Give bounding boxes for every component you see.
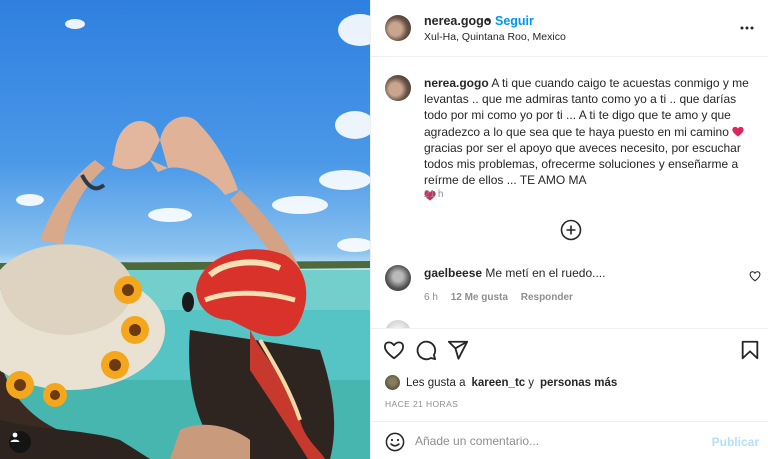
likes-prefix: Les gusta a (406, 376, 466, 389)
red-heart-emoji-icon (732, 126, 744, 137)
comment-meta: 6 h 12 Me gusta Responder (424, 292, 583, 303)
comment-username[interactable]: gaelbeese (424, 266, 482, 280)
author-username[interactable]: nerea.gogo (424, 14, 491, 28)
caption-avatar[interactable] (385, 75, 411, 101)
comment-input[interactable] (415, 431, 705, 451)
comment-heart-outline-icon[interactable] (749, 270, 761, 282)
liker-avatar[interactable] (385, 375, 400, 390)
likes-conjunction: y (528, 376, 534, 389)
comment-text: Me metí en el ruedo.... (485, 266, 606, 280)
post-time-ago[interactable]: HACE 21 HORAS (385, 399, 458, 409)
location-link[interactable]: Xul-Ha, Quintana Roo, Mexico (424, 31, 566, 43)
more-options-icon[interactable] (739, 20, 755, 36)
add-comment-bar: Publicar (371, 421, 768, 459)
comment: gaelbeese Me metí en el ruedo.... (424, 266, 605, 280)
post-side-panel: nerea.gogo • Seguir Xul-Ha, Quintana Roo… (370, 0, 768, 459)
comments-area[interactable]: nerea.gogo A ti que cuando caigo te acue… (371, 58, 768, 328)
commenter-avatar[interactable] (385, 265, 411, 291)
post-header: nerea.gogo • Seguir Xul-Ha, Quintana Roo… (371, 0, 768, 57)
publish-button[interactable]: Publicar (712, 435, 759, 449)
avatar[interactable] (385, 15, 411, 41)
caption-text-part2: gracias por ser el apoyo que aveces nece… (424, 140, 741, 188)
post-photo[interactable] (0, 0, 370, 459)
plus-circle-icon[interactable] (560, 219, 582, 241)
reply-button[interactable]: Responder (521, 292, 573, 303)
caption-username[interactable]: nerea.gogo (424, 76, 489, 90)
comment-time[interactable]: 6 h (424, 292, 438, 303)
paper-plane-icon[interactable] (447, 339, 469, 361)
likes-summary: Les gusta a kareen_tc y personas más (385, 375, 620, 390)
comment-bubble-icon[interactable] (415, 339, 437, 361)
next-commenter-avatar (385, 320, 411, 328)
caption-timestamp[interactable]: 21 h (424, 189, 443, 200)
post-caption: nerea.gogo A ti que cuando caigo te acue… (424, 75, 762, 205)
post-photo-illustration (0, 14, 370, 459)
likes-others-link[interactable]: personas más (540, 377, 617, 389)
liker-username[interactable]: kareen_tc (471, 377, 525, 389)
bookmark-icon[interactable] (739, 339, 761, 361)
comment-likes-count[interactable]: 12 Me gusta (451, 292, 508, 303)
follow-button[interactable]: Seguir (495, 14, 534, 28)
emoji-smiley-icon[interactable] (385, 432, 405, 452)
user-tag-icon[interactable] (9, 431, 31, 453)
user-tag-glyph (10, 432, 20, 442)
post-actions: Les gusta a kareen_tc y personas más HAC… (371, 328, 768, 428)
separator-dot: • (486, 13, 491, 27)
heart-outline-icon[interactable] (383, 339, 405, 361)
